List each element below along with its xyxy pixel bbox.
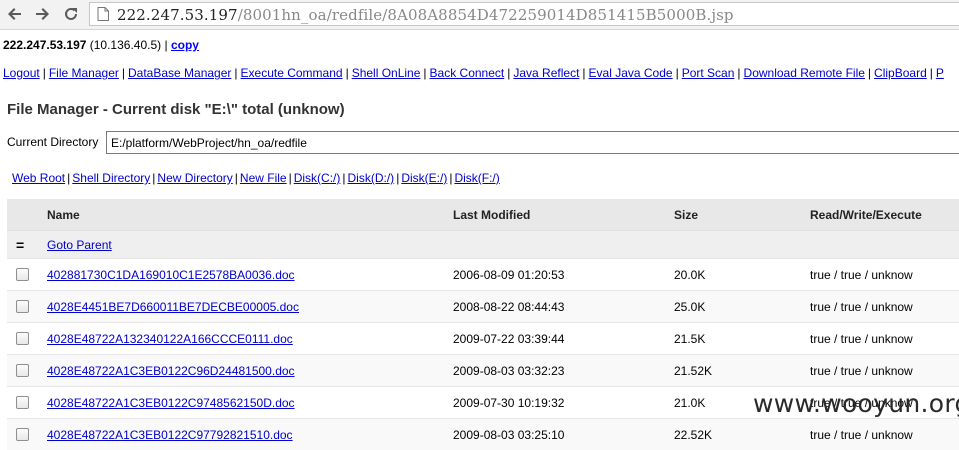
new-directory-link[interactable]: New Directory <box>157 171 232 185</box>
file-name-link[interactable]: 4028E48722A1C3EB0122C9748562150D.doc <box>47 396 295 410</box>
page-icon <box>97 7 109 26</box>
menu-shell-online[interactable]: Shell OnLine <box>352 66 421 80</box>
last-modified: 2009-08-03 03:25:10 <box>453 427 565 442</box>
url-host: 222.247.53.197 <box>117 6 238 24</box>
disk-f-link[interactable]: Disk(F:/) <box>454 171 499 185</box>
main-menu: Logout | File Manager | DataBase Manager | Exe… <box>3 66 944 80</box>
current-directory-label: Current Directory <box>7 135 99 149</box>
permissions: true / true / unknow <box>810 267 913 282</box>
menu-file-manager[interactable]: File Manager <box>49 66 119 80</box>
permissions: true / true / unknow <box>810 427 913 442</box>
column-size: Size <box>674 207 699 222</box>
last-modified: 2009-08-03 03:32:23 <box>453 363 565 378</box>
file-name-link[interactable]: 402881730C1DA169010C1E2578BA0036.doc <box>47 268 295 282</box>
menu-database-manager[interactable]: DataBase Manager <box>128 66 231 80</box>
browser-toolbar: 222.247.53.197/8001hn_oa/redfile/8A08A88… <box>0 0 959 30</box>
file-checkbox[interactable] <box>16 268 29 281</box>
new-file-link[interactable]: New File <box>240 171 287 185</box>
reload-icon[interactable] <box>61 4 81 24</box>
goto-parent-link[interactable]: Goto Parent <box>47 238 112 252</box>
file-size: 25.0K <box>674 299 706 314</box>
address-bar[interactable]: 222.247.53.197/8001hn_oa/redfile/8A08A88… <box>89 2 959 26</box>
disk-c-link[interactable]: Disk(C:/) <box>294 171 341 185</box>
file-size: 21.5K <box>674 331 706 346</box>
menu-execute-command[interactable]: Execute Command <box>241 66 343 80</box>
file-size: 21.0K <box>674 395 706 410</box>
menu-logout[interactable]: Logout <box>3 66 40 80</box>
file-checkbox[interactable] <box>16 364 29 377</box>
file-checkbox[interactable] <box>16 428 29 441</box>
file-size: 20.0K <box>674 267 706 282</box>
menu-java-reflect[interactable]: Java Reflect <box>513 66 579 80</box>
server-info: 222.247.53.197 (10.136.40.5) | copy <box>3 38 199 52</box>
file-name-link[interactable]: 4028E4451BE7D660011BE7DECBE00005.doc <box>47 300 299 314</box>
file-size: 21.52K <box>674 363 713 378</box>
current-directory-input[interactable] <box>106 131 959 154</box>
table-header: Name Last Modified Size Read/Write/Execu… <box>7 199 959 230</box>
last-modified: 2009-07-30 10:19:32 <box>453 395 565 410</box>
file-name-link[interactable]: 4028E48722A1C3EB0122C96D24481500.doc <box>47 364 295 378</box>
menu-port-scan[interactable]: Port Scan <box>682 66 735 80</box>
menu-eval-java-code[interactable]: Eval Java Code <box>589 66 673 80</box>
goto-parent-row: = Goto Parent <box>7 230 959 258</box>
forward-arrow-icon[interactable] <box>32 4 52 24</box>
permissions: true / true / unknow <box>810 331 913 346</box>
watermark-text: www.wooyun.org <box>753 389 959 418</box>
menu-truncated-item[interactable]: P <box>936 66 944 80</box>
file-checkbox[interactable] <box>16 396 29 409</box>
url-path: /8001hn_oa/redfile/8A08A8854D472259014D8… <box>237 6 734 24</box>
file-manager-title: File Manager - Current disk "E:\" total … <box>7 101 345 118</box>
directory-toolbar: Web Root | Shell Directory | New Directory | N… <box>12 171 500 185</box>
copy-link[interactable]: copy <box>171 38 199 52</box>
file-size: 22.52K <box>674 427 713 442</box>
permissions: true / true / unknow <box>810 363 913 378</box>
table-row: 4028E48722A132340122A166CCCE0111.doc 200… <box>7 322 959 354</box>
internal-ip: (10.136.40.5) | <box>86 38 171 52</box>
server-ip: 222.247.53.197 <box>3 38 87 52</box>
url-text: 222.247.53.197/8001hn_oa/redfile/8A08A88… <box>117 6 734 24</box>
table-row: 4028E48722A1C3EB0122C97792821510.doc 200… <box>7 418 959 450</box>
menu-download-remote-file[interactable]: Download Remote File <box>744 66 865 80</box>
table-row: 4028E48722A1C3EB0122C96D24481500.doc 200… <box>7 354 959 386</box>
shell-directory-link[interactable]: Shell Directory <box>72 171 150 185</box>
permissions: true / true / unknow <box>810 299 913 314</box>
file-name-link[interactable]: 4028E48722A1C3EB0122C97792821510.doc <box>47 428 293 442</box>
file-name-link[interactable]: 4028E48722A132340122A166CCCE0111.doc <box>47 332 293 346</box>
last-modified: 2009-07-22 03:39:44 <box>453 331 565 346</box>
column-last-modified: Last Modified <box>453 207 531 222</box>
web-root-link[interactable]: Web Root <box>12 171 65 185</box>
parent-directory-icon: = <box>16 236 24 253</box>
table-row: 402881730C1DA169010C1E2578BA0036.doc 200… <box>7 258 959 290</box>
back-arrow-icon[interactable] <box>5 4 25 24</box>
disk-e-link[interactable]: Disk(E:/) <box>401 171 447 185</box>
menu-back-connect[interactable]: Back Connect <box>430 66 505 80</box>
file-checkbox[interactable] <box>16 300 29 313</box>
disk-d-link[interactable]: Disk(D:/) <box>348 171 395 185</box>
table-row: 4028E4451BE7D660011BE7DECBE00005.doc 200… <box>7 290 959 322</box>
file-checkbox[interactable] <box>16 332 29 345</box>
last-modified: 2008-08-22 08:44:43 <box>453 299 565 314</box>
menu-clipboard[interactable]: ClipBoard <box>874 66 927 80</box>
last-modified: 2006-08-09 01:20:53 <box>453 267 565 282</box>
column-permissions: Read/Write/Execute <box>810 207 922 222</box>
column-name: Name <box>47 207 80 222</box>
